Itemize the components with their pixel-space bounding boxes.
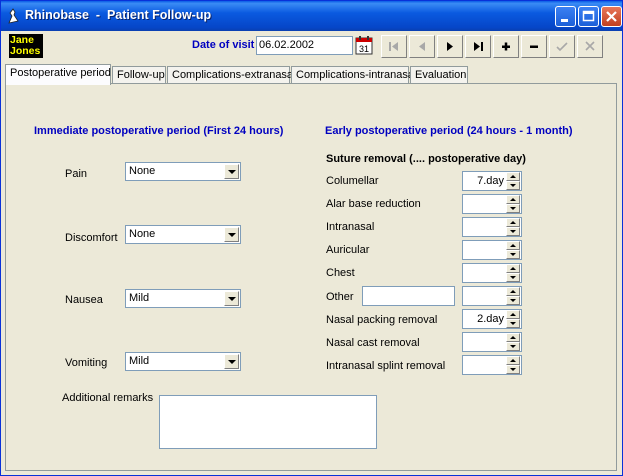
date-of-visit-label: Date of visit [192,39,255,51]
chest-label: Chest [326,267,355,279]
columellar-value: 7.day [477,175,504,187]
auricular-spinner[interactable] [462,240,522,260]
calendar-button[interactable]: 31 [354,35,374,56]
immediate-section-title: Immediate postoperative period (First 24… [34,125,284,137]
spin-down-icon[interactable] [506,227,520,236]
discomfort-label: Discomfort [65,232,118,244]
spin-down-icon[interactable] [506,273,520,282]
intranasal-splint-removal-label: Intranasal splint removal [326,360,446,372]
vomiting-value: Mild [129,355,150,367]
window-title: Rhinobase - Patient Follow-up [25,8,212,22]
first-icon [389,42,398,51]
other-spinner[interactable] [462,286,522,306]
previous-record-button[interactable] [409,35,435,58]
pain-select[interactable]: None [125,162,241,181]
app-window: Rhinobase - Patient Follow-up Jane Jones… [0,0,623,476]
spin-up-icon[interactable] [506,172,520,181]
nasal-cast-removal-spinner[interactable] [462,332,522,352]
intranasal-splint-removal-spinner[interactable] [462,355,522,375]
prev-icon [419,42,425,51]
first-record-button[interactable] [381,35,407,58]
spin-up-icon[interactable] [506,241,520,250]
spin-down-icon[interactable] [506,181,520,190]
early-section-title: Early postoperative period (24 hours - 1… [325,125,573,137]
discomfort-select[interactable]: None [125,225,241,244]
spin-up-icon[interactable] [506,218,520,227]
maximize-icon [582,10,595,22]
calendar-icon: 31 [355,36,373,55]
close-button[interactable] [601,6,622,27]
delete-record-button[interactable] [521,35,547,58]
intranasal-spinner[interactable] [462,217,522,237]
pain-value: None [129,165,156,177]
nasal-packing-removal-value: 2.day [477,313,504,325]
save-icon [556,42,568,52]
patient-name-badge: Jane Jones [9,34,43,58]
columellar-spinner[interactable]: 7.day [462,171,522,191]
spin-up-icon[interactable] [506,356,520,365]
pain-label: Pain [65,168,88,180]
spin-down-icon[interactable] [506,204,520,213]
alar-base-reduction-label: Alar base reduction [326,198,421,210]
spin-down-icon[interactable] [506,342,520,351]
close-icon [606,11,617,22]
save-record-button[interactable] [549,35,575,58]
cancel-edit-button[interactable] [577,35,603,58]
spin-up-icon[interactable] [506,310,520,319]
minimize-icon [561,19,568,22]
nausea-label: Nausea [65,294,103,306]
minimize-button[interactable] [555,6,576,27]
chevron-down-icon[interactable] [224,227,239,242]
maximize-button[interactable] [578,6,599,27]
intranasal-label: Intranasal [326,221,375,233]
next-record-button[interactable] [437,35,463,58]
other-description-input[interactable] [362,286,455,306]
auricular-label: Auricular [326,244,370,256]
postoperative-panel: Immediate postoperative period (First 24… [5,83,617,471]
svg-text:31: 31 [359,44,369,54]
nasal-packing-removal-label: Nasal packing removal [326,314,438,326]
vomiting-select[interactable]: Mild [125,352,241,371]
chevron-down-icon[interactable] [224,291,239,306]
date-of-visit-input[interactable]: 06.02.2002 [256,36,353,55]
tab-complications-extranasal[interactable]: Complications-extranasal [167,66,296,84]
discomfort-value: None [129,228,156,240]
nausea-select[interactable]: Mild [125,289,241,308]
nausea-value: Mild [129,292,150,304]
spin-up-icon[interactable] [506,287,520,296]
other-label: Other [326,291,354,303]
tab-postoperative-period[interactable]: Postoperative period [5,64,111,85]
next-icon [447,42,453,51]
title-bar[interactable]: Rhinobase - Patient Follow-up [1,1,622,31]
alar-base-reduction-spinner[interactable] [462,194,522,214]
spin-down-icon[interactable] [506,365,520,374]
vomiting-label: Vomiting [65,357,108,369]
nasal-packing-removal-spinner[interactable]: 2.day [462,309,522,329]
columellar-label: Columellar [326,175,379,187]
cancel-icon [585,41,595,51]
rhinobase-logo-icon [8,8,19,24]
tab-follow-up[interactable]: Follow-up [112,66,166,84]
nasal-cast-removal-label: Nasal cast removal [326,337,420,349]
chevron-down-icon[interactable] [224,354,239,369]
last-icon [474,42,483,51]
tab-complications-intranasal[interactable]: Complications-intranasal [291,66,416,84]
add-icon [502,42,510,51]
add-record-button[interactable] [493,35,519,58]
additional-remarks-label: Additional remarks [62,392,154,404]
spin-down-icon[interactable] [506,319,520,328]
chest-spinner[interactable] [462,263,522,283]
patient-last-name: Jones [10,45,41,57]
spin-up-icon[interactable] [506,195,520,204]
spin-down-icon[interactable] [506,296,520,305]
chevron-down-icon[interactable] [224,164,239,179]
additional-remarks-input[interactable] [159,395,377,449]
suture-removal-title: Suture removal (.... postoperative day) [326,153,526,165]
last-record-button[interactable] [465,35,491,58]
tab-evaluation[interactable]: Evaluation [410,66,468,84]
spin-up-icon[interactable] [506,333,520,342]
delete-icon [530,45,538,48]
spin-down-icon[interactable] [506,250,520,259]
spin-up-icon[interactable] [506,264,520,273]
